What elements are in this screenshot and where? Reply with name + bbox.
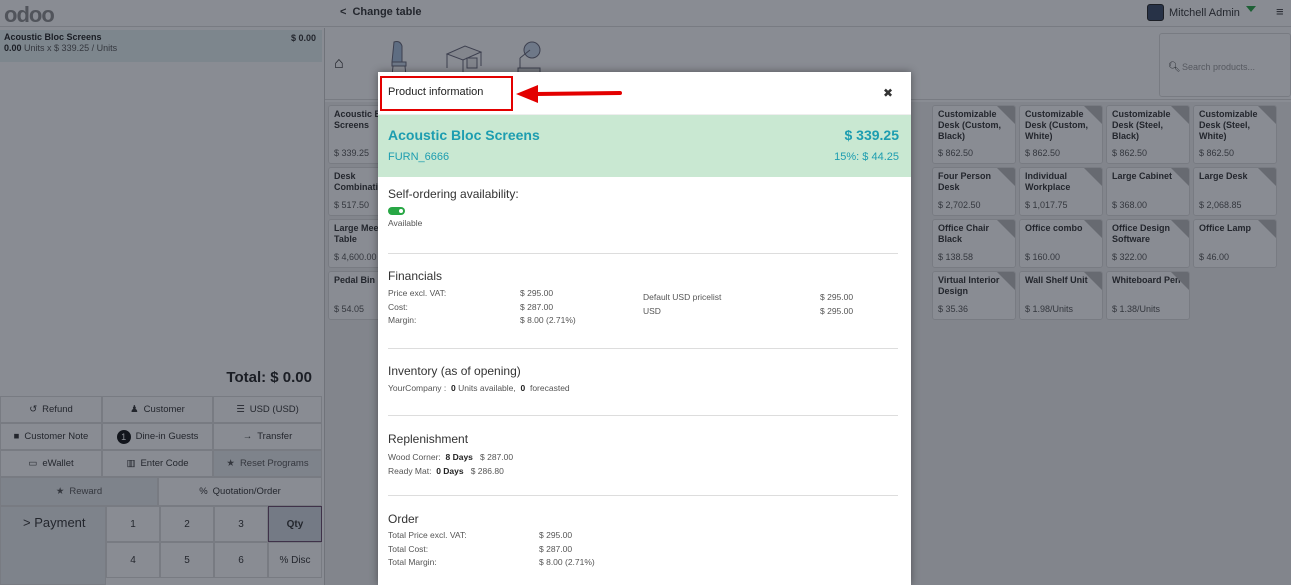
replenishment-row: Wood Corner: 8 Days $ 287.00 [388,450,898,464]
vendor-name: Ready Mat: [388,466,432,476]
order-row: Total Margin: $ 8.00 (2.71%) [388,556,898,570]
divider [388,253,898,254]
inventory-line: YourCompany : 0 Units available, 0 forec… [388,383,898,393]
financials-title: Financials [388,269,443,283]
product-banner: Acoustic Bloc Screens FURN_6666 $ 339.25… [378,115,911,177]
financials-section: Financials Price excl. VAT: $ 295.00 Cost… [388,269,898,328]
order-value: $ 287.00 [539,543,573,554]
replenishment-row: Ready Mat: 0 Days $ 286.80 [388,464,898,478]
vendor-price: $ 287.00 [480,452,514,462]
vendor-name: Wood Corner: [388,452,441,462]
order-row: Total Cost: $ 287.00 [388,543,898,557]
financials-body: Price excl. VAT: $ 295.00 Cost: $ 287.00 M… [388,287,898,328]
inventory-title: Inventory (as of opening) [388,364,521,378]
annotation-highlight-box [380,76,513,111]
replenishment-title: Replenishment [388,432,469,446]
financials-main: Price excl. VAT: $ 295.00 Cost: $ 287.00 M… [388,287,643,328]
order-row: Total Price excl. VAT: $ 295.00 [388,529,898,543]
inventory-available-label: Units available, [458,383,516,393]
product-name: Acoustic Bloc Screens [388,127,540,143]
pricelist-row: Default USD pricelist $ 295.00 [643,291,853,305]
financials-row: Margin: $ 8.00 (2.71%) [388,314,643,328]
order-rows: Total Price excl. VAT: $ 295.00 Total Cos… [388,529,898,570]
product-info-dialog: Product information ✖ Acoustic Bloc Scre… [378,72,911,585]
financials-row: Price excl. VAT: $ 295.00 [388,287,643,301]
divider [388,415,898,416]
annotation-arrow-icon [516,85,622,103]
dialog-header: Product information ✖ [378,72,911,115]
financials-label: Price excl. VAT: [388,288,447,298]
order-title: Order [388,512,419,526]
divider [388,495,898,496]
self-ordering-section: Self-ordering availability: Available [388,187,898,228]
product-price: $ 339.25 [844,127,900,143]
financials-value: $ 287.00 [520,301,554,312]
divider [388,348,898,349]
order-section: Order Total Price excl. VAT: $ 295.00 Tot… [388,512,898,570]
replenishment-section: Replenishment Wood Corner: 8 Days $ 287.… [388,432,898,478]
product-tax: 15%: $ 44.25 [834,151,899,163]
order-label: Total Cost: [388,543,429,554]
order-value: $ 8.00 (2.71%) [539,557,595,567]
close-icon[interactable]: ✖ [883,86,893,100]
self-ordering-status: Available [388,218,423,228]
self-ordering-toggle[interactable] [388,207,405,215]
pricelist-value: $ 295.00 [820,292,854,302]
financials-value: $ 8.00 (2.71%) [520,315,576,325]
self-ordering-title: Self-ordering availability: [388,187,519,201]
order-value: $ 295.00 [539,530,573,540]
pricelist-value: $ 295.00 [820,305,854,316]
inventory-company: YourCompany : [388,383,447,393]
pricelist-label: USD [643,305,661,316]
product-reference: FURN_6666 [388,151,450,163]
vendor-lead-time: 8 Days [445,452,473,462]
inventory-available: 0 [451,383,456,393]
order-label: Total Margin: [388,557,437,567]
vendor-lead-time: 0 Days [436,466,464,476]
order-label: Total Price excl. VAT: [388,530,467,540]
financials-value: $ 295.00 [520,288,554,298]
pricelists: Default USD pricelist $ 295.00 USD $ 295.0… [643,291,853,328]
pricelist-row: USD $ 295.00 [643,305,853,319]
vendor-price: $ 286.80 [470,466,504,476]
financials-label: Cost: [388,301,408,312]
inventory-forecasted: 0 [520,383,526,393]
inventory-forecasted-label: forecasted [529,383,570,393]
financials-row: Cost: $ 287.00 [388,301,643,315]
financials-label: Margin: [388,315,417,325]
pricelist-label: Default USD pricelist [643,292,722,302]
inventory-section: Inventory (as of opening) YourCompany : … [388,364,898,393]
